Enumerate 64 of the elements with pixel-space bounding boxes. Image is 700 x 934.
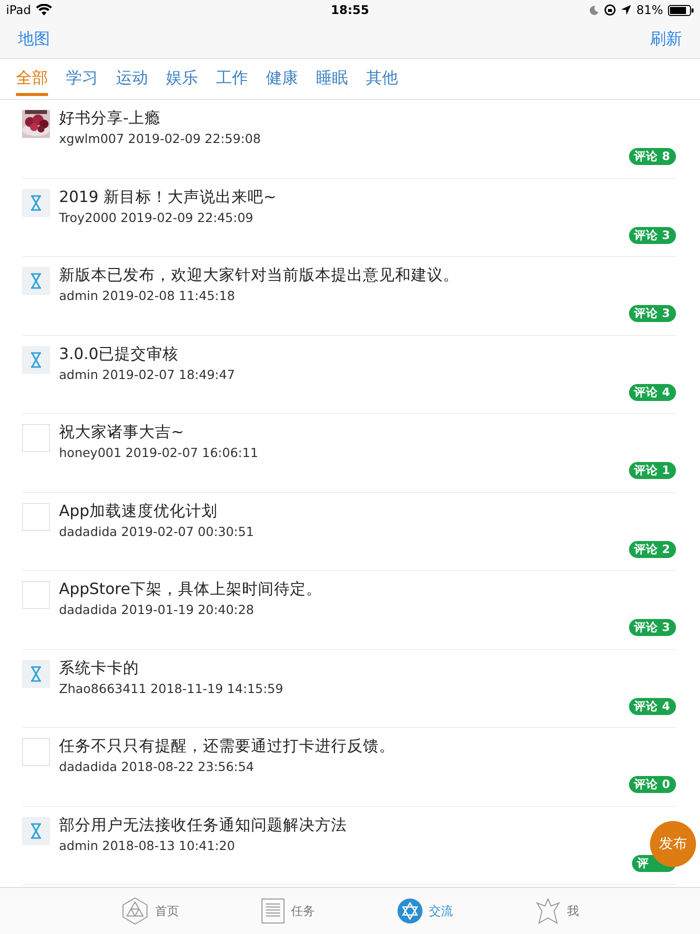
post-title[interactable]: AppStore下架，具体上架时间待定。 bbox=[59, 579, 322, 599]
tab-bar-item[interactable]: 我 bbox=[535, 897, 579, 925]
post-meta: Troy2000 2019-02-09 22:45:09 bbox=[59, 210, 254, 224]
category-tab[interactable]: 学习 bbox=[66, 62, 98, 96]
post-title[interactable]: 好书分享-上瘾 bbox=[59, 108, 161, 128]
hourglass-icon bbox=[22, 660, 50, 688]
thumbnail-placeholder bbox=[22, 738, 50, 766]
hourglass-icon bbox=[22, 188, 50, 216]
tab-bar-item[interactable]: 交流 bbox=[397, 898, 453, 924]
post-title[interactable]: 祝大家诸事大吉~ bbox=[59, 422, 184, 442]
comment-count-badge: 评论 0 bbox=[628, 776, 676, 793]
category-tab[interactable]: 其他 bbox=[366, 62, 398, 96]
post-title[interactable]: 系统卡卡的 bbox=[59, 658, 139, 678]
post-meta: dadadida 2019-01-19 20:40:28 bbox=[59, 602, 254, 617]
comment-count-badge: 评论 3 bbox=[628, 619, 676, 636]
star-of-david-icon bbox=[397, 898, 423, 924]
category-tab[interactable]: 全部 bbox=[16, 62, 48, 96]
refresh-button[interactable]: 刷新 bbox=[642, 24, 690, 54]
document-icon bbox=[261, 898, 285, 924]
comment-count-badge: 评论 2 bbox=[628, 540, 676, 558]
comment-count-badge: 评论 4 bbox=[628, 384, 676, 400]
category-tab[interactable]: 健康 bbox=[266, 62, 298, 96]
battery-icon bbox=[668, 4, 694, 16]
post-title[interactable]: 3.0.0已提交审核 bbox=[59, 344, 178, 364]
hourglass-icon bbox=[22, 346, 50, 374]
post-title[interactable]: 部分用户无法接收任务通知问题解决方法 bbox=[59, 814, 347, 834]
post-title[interactable]: 2019 新目标！大声说出来吧~ bbox=[59, 186, 276, 206]
location-arrow-icon bbox=[621, 5, 632, 15]
comment-count-badge: 评论 1 bbox=[628, 462, 676, 479]
comment-count-badge: 评论 8 bbox=[628, 148, 676, 165]
post-meta: admin 2018-08-13 10:41:20 bbox=[59, 838, 235, 852]
battery-percent: 81% bbox=[636, 3, 663, 17]
hexagon-icon bbox=[121, 897, 149, 925]
hourglass-icon bbox=[22, 267, 50, 295]
post-title[interactable]: 新版本已发布，欢迎大家针对当前版本提出意见和建议。 bbox=[59, 265, 459, 285]
rotation-lock-icon bbox=[604, 4, 616, 16]
thumbnail-placeholder bbox=[22, 424, 50, 452]
map-button[interactable]: 地图 bbox=[10, 24, 58, 54]
tab-bar-item[interactable]: 首页 bbox=[121, 897, 179, 925]
comment-count-badge: 评论 3 bbox=[628, 305, 676, 322]
category-tab[interactable]: 运动 bbox=[116, 62, 148, 96]
post-meta: xgwlm007 2019-02-09 22:59:08 bbox=[59, 131, 261, 146]
post-meta: honey001 2019-02-07 16:06:11 bbox=[59, 445, 258, 460]
post-meta: dadadida 2019-02-07 00:30:51 bbox=[59, 524, 254, 538]
post-title[interactable]: App加载速度优化计划 bbox=[59, 500, 218, 520]
post-meta: admin 2019-02-08 11:45:18 bbox=[59, 288, 235, 303]
clock: 18:55 bbox=[330, 3, 370, 17]
category-tab[interactable]: 睡眠 bbox=[316, 62, 348, 96]
category-tab[interactable]: 娱乐 bbox=[166, 62, 198, 96]
comment-count-badge: 评论 4 bbox=[628, 698, 676, 714]
post-title[interactable]: 任务不只只有提醒，还需要通过打卡进行反馈。 bbox=[59, 736, 395, 756]
thumbnail-placeholder bbox=[22, 502, 50, 530]
tab-bar-item[interactable]: 任务 bbox=[261, 898, 315, 924]
category-tab[interactable]: 工作 bbox=[216, 62, 248, 96]
thumbnail-placeholder bbox=[22, 581, 50, 609]
moon-icon bbox=[589, 5, 600, 15]
publish-button[interactable]: 发布 bbox=[650, 821, 696, 867]
wifi-icon bbox=[36, 4, 52, 16]
device-name: iPad bbox=[6, 3, 32, 17]
post-meta: dadadida 2018-08-22 23:56:54 bbox=[59, 759, 254, 774]
hourglass-icon bbox=[22, 816, 50, 844]
post-meta: Zhao8663411 2018-11-19 14:15:59 bbox=[59, 680, 284, 696]
post-meta: admin 2019-02-07 18:49:47 bbox=[59, 366, 235, 382]
comment-count-badge: 评论 3 bbox=[628, 226, 676, 244]
